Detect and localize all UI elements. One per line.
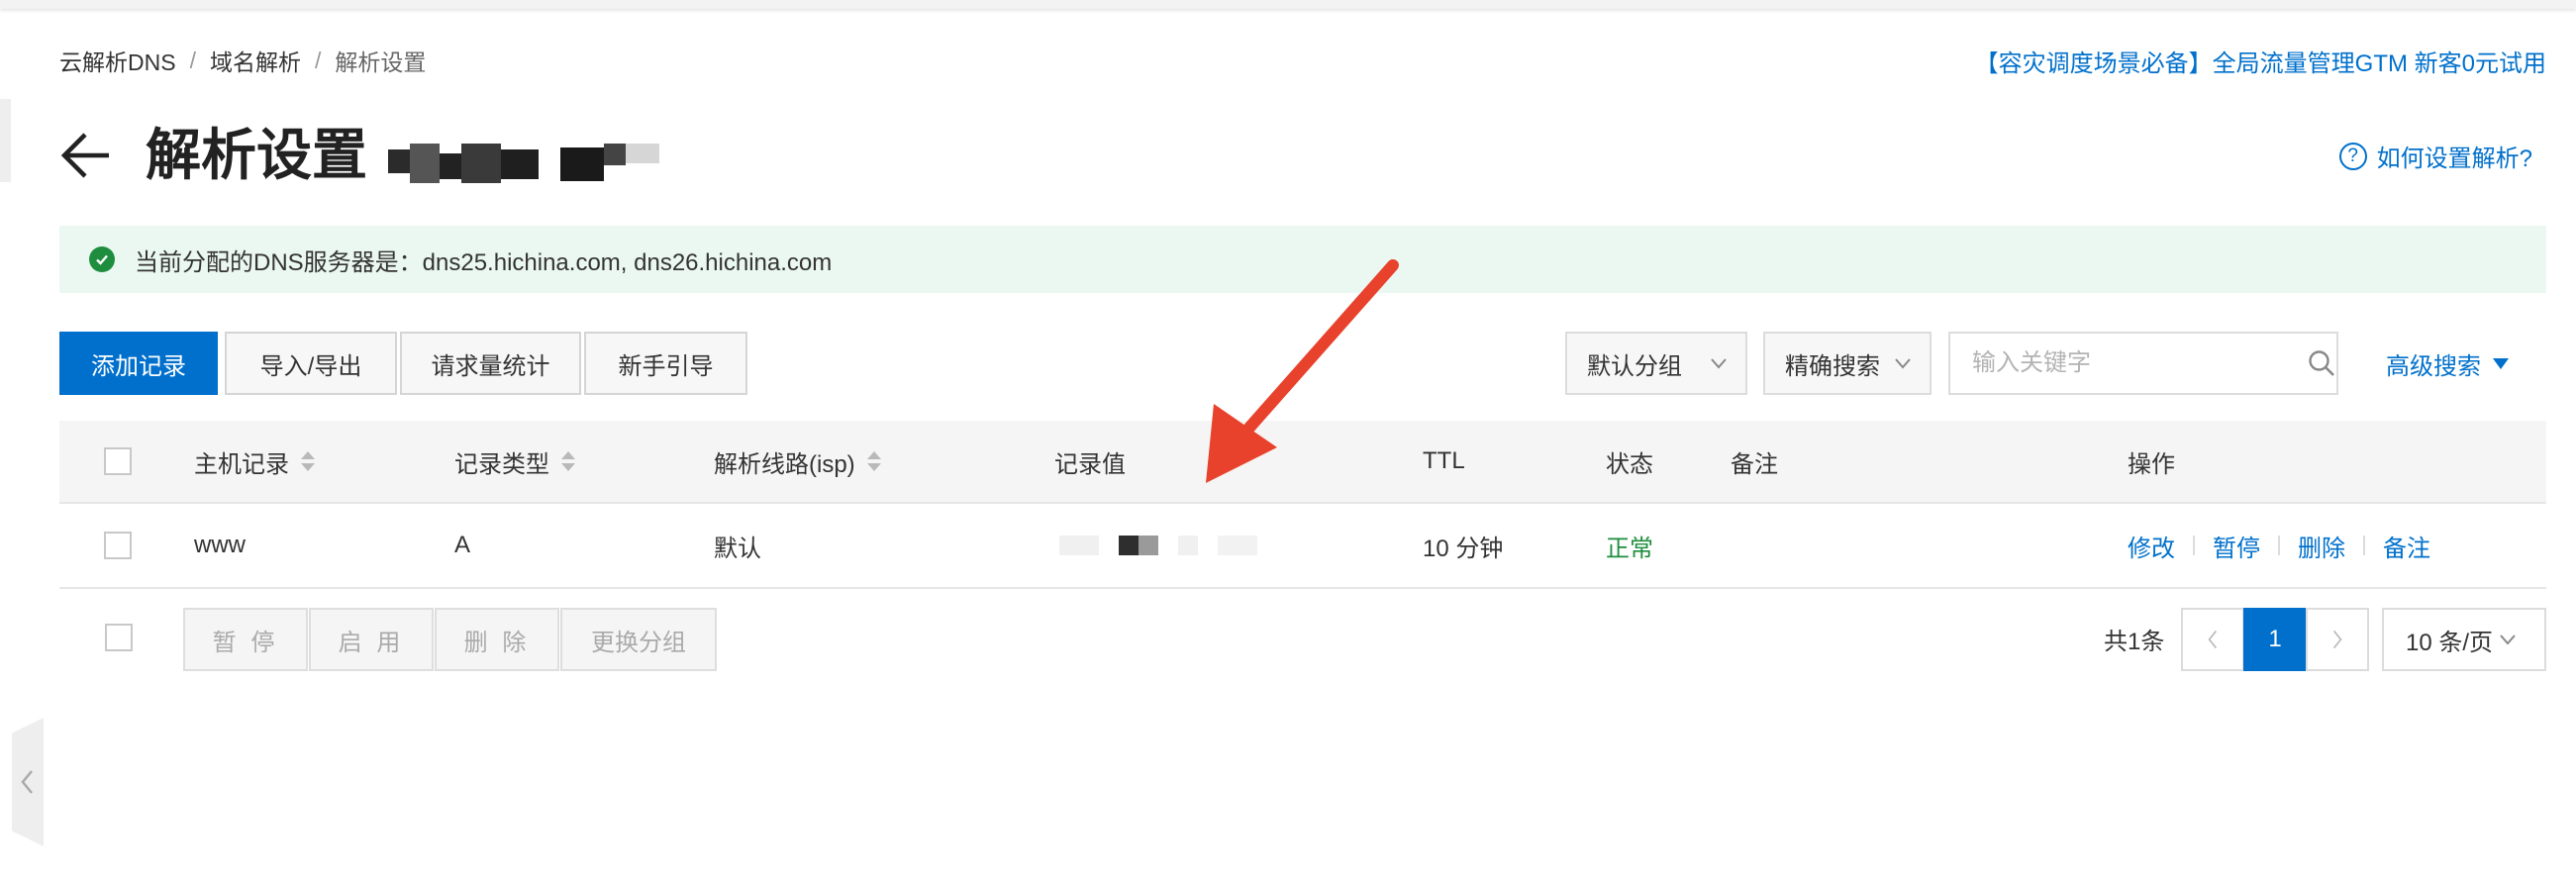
breadcrumb-current: 解析设置 [335,49,427,75]
left-edge-strip [0,99,11,182]
breadcrumb-separator: / [189,47,196,73]
table-row: www A 默认 10 分钟 正常 修改 暂停 删除 备注 [59,504,2546,589]
breadcrumb: 云解析DNS / 域名解析 / 解析设置 [59,44,426,77]
select-all-checkbox[interactable] [104,447,132,475]
question-circle-icon: ? [2338,142,2367,170]
breadcrumb-dns[interactable]: 云解析DNS [59,44,176,77]
cell-actions: 修改 暂停 删除 备注 [2128,504,2430,587]
chevron-down-icon [2500,635,2516,645]
keyword-search-input[interactable] [1948,332,2338,395]
help-link-label: 如何设置解析? [2376,146,2532,172]
promo-link[interactable]: 【容灾调度场景必备】全局流量管理GTM 新客0元试用 [1975,44,2546,78]
pause-link[interactable]: 暂停 [2213,529,2260,563]
cell-value-redacted [1059,504,1257,587]
page-1-button[interactable]: 1 [2243,608,2307,671]
delete-link[interactable]: 删除 [2298,529,2345,563]
table-header: 主机记录 记录类型 解析线路(isp) 记录值 TTL 状态 备注 操作 [59,421,2546,504]
batch-pause-button[interactable]: 暂 停 [183,608,308,671]
batch-delete-button[interactable]: 删 除 [435,608,559,671]
batch-enable-button[interactable]: 启 用 [309,608,434,671]
column-status: 状态 [1606,450,1653,478]
chevron-left-icon [2208,630,2218,649]
column-type[interactable]: 记录类型 [454,421,575,502]
success-check-icon [89,246,115,272]
select-all-cell [104,421,132,502]
page-size-value: 10 条/页 [2406,629,2494,656]
domain-name-redacted [388,144,659,183]
cell-status: 正常 [1606,535,1653,562]
column-line[interactable]: 解析线路(isp) [714,421,881,502]
sort-icon[interactable] [561,451,575,471]
cell-ttl: 10 分钟 [1423,535,1504,562]
row-select-cell [104,504,132,587]
action-divider [2278,536,2280,555]
action-divider [2363,536,2365,555]
breadcrumb-domain-resolution[interactable]: 域名解析 [210,44,301,77]
precise-search-select[interactable]: 精确搜索 [1763,332,1932,395]
group-select[interactable]: 默认分组 [1565,332,1747,395]
batch-select-checkbox[interactable] [105,624,133,651]
row-checkbox[interactable] [104,532,132,559]
caret-down-icon [2493,358,2509,369]
sidebar-collapse-handle[interactable] [12,718,44,846]
advanced-search-toggle[interactable]: 高级搜索 [2386,346,2509,381]
chevron-left-icon [21,770,33,794]
group-select-value: 默认分组 [1587,352,1682,380]
page-size-select[interactable]: 10 条/页 [2382,608,2546,671]
remark-link[interactable]: 备注 [2383,529,2430,563]
chevron-down-icon [1711,358,1727,369]
precise-search-value: 精确搜索 [1785,352,1880,380]
cell-line: 默认 [714,535,761,562]
prev-page-button[interactable] [2181,608,2244,671]
action-divider [2193,536,2195,555]
chevron-right-icon [2332,630,2342,649]
page-title: 解析设置 [146,124,367,186]
column-value: 记录值 [1054,450,1126,478]
sort-icon[interactable] [301,451,315,471]
search-icon[interactable] [2307,348,2336,378]
advanced-search-label: 高级搜索 [2386,353,2481,380]
column-host-label: 主机记录 [194,450,289,478]
next-page-button[interactable] [2306,608,2369,671]
notice-text: 当前分配的DNS服务器是：dns25.hichina.com, dns26.hi… [135,248,833,276]
modify-link[interactable]: 修改 [2128,529,2175,563]
dns-server-notice: 当前分配的DNS服务器是：dns25.hichina.com, dns26.hi… [59,226,2546,293]
cell-host: www [194,532,246,558]
back-arrow-icon[interactable] [59,129,113,182]
chevron-down-icon [1895,358,1911,369]
total-count: 共1条 [2104,629,2165,655]
column-actions: 操作 [2128,450,2175,478]
column-ttl: TTL [1423,447,1465,474]
top-border [0,0,2576,9]
sort-icon[interactable] [866,451,881,471]
help-link[interactable]: ? 如何设置解析? [2338,139,2532,173]
import-export-button[interactable]: 导入/导出 [225,332,397,395]
request-stats-button[interactable]: 请求量统计 [400,332,581,395]
column-type-label: 记录类型 [454,450,549,478]
breadcrumb-separator: / [314,47,322,73]
beginner-guide-button[interactable]: 新手引导 [584,332,747,395]
column-line-label: 解析线路(isp) [714,450,855,478]
change-group-button[interactable]: 更换分组 [560,608,717,671]
cell-type: A [454,532,471,558]
column-host[interactable]: 主机记录 [194,421,315,502]
add-record-button[interactable]: 添加记录 [59,332,218,395]
column-remark: 备注 [1731,450,1778,478]
